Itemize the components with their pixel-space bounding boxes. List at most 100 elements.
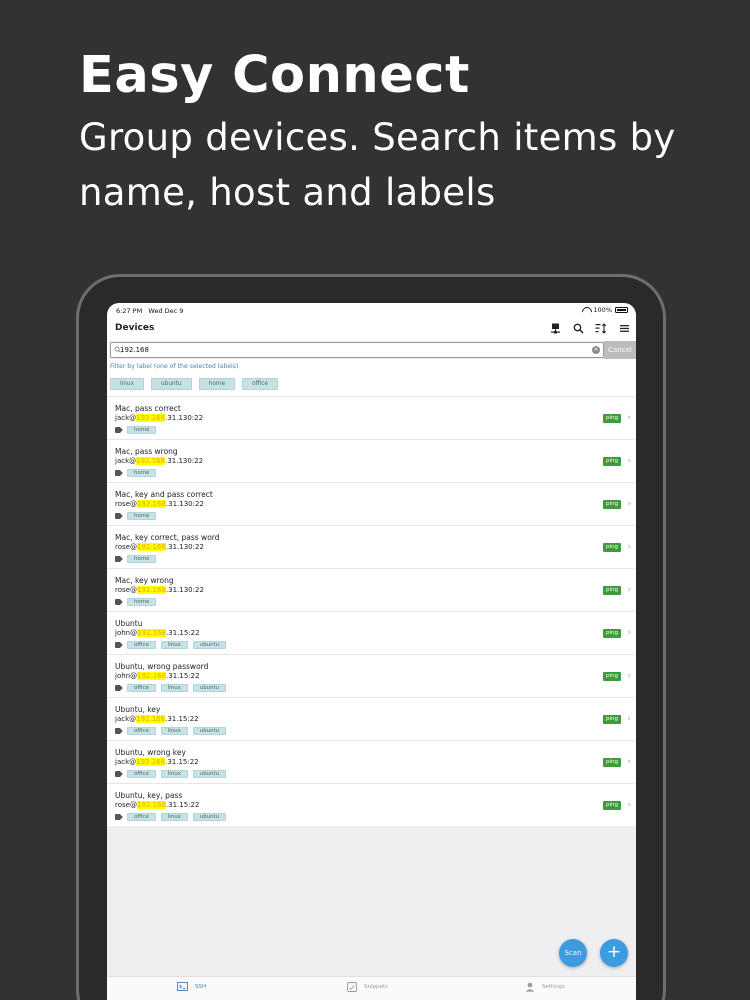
cancel-button[interactable]: Cancel (604, 341, 636, 359)
device-tags: office linux ubuntu (115, 770, 227, 778)
device-host: john@192.168.31.15:22 (115, 629, 200, 637)
chevron-right-icon: › (627, 456, 631, 466)
search-highlight: 192.168 (136, 586, 166, 594)
battery-percent: 100% (593, 306, 612, 314)
tab-ssh[interactable]: SSH (177, 982, 206, 991)
terminal-icon (177, 982, 188, 991)
tab-settings[interactable]: Settings (525, 982, 565, 992)
page-title: Devices (115, 323, 155, 333)
promo-title: Easy Connect (79, 46, 470, 105)
scan-button[interactable]: Scan (559, 939, 587, 967)
ping-button[interactable]: ping (603, 629, 621, 638)
tab-label: Snippets (364, 984, 388, 990)
ping-button[interactable]: ping (603, 758, 621, 767)
device-tag: ubuntu (192, 684, 227, 692)
device-tag: office (127, 770, 156, 778)
search-highlight: 192.168 (137, 629, 167, 637)
wifi-icon (582, 307, 590, 313)
ping-button[interactable]: ping (603, 672, 621, 681)
tag-icon (115, 685, 122, 691)
ping-button[interactable]: ping (603, 543, 621, 552)
tag-icon (115, 642, 122, 648)
filter-chip-ubuntu[interactable]: ubuntu (151, 378, 192, 390)
person-icon (525, 982, 535, 992)
search-highlight: 192.168 (136, 801, 166, 809)
device-host: jack@192.168.31.130:22 (115, 414, 204, 422)
app-screen: 6:27 PM Wed Dec 9 100% Devices 192.168 ×… (107, 303, 636, 1000)
add-device-button[interactable]: + (600, 939, 628, 967)
list-empty-area (107, 826, 636, 976)
ping-button[interactable]: ping (603, 414, 621, 423)
search-input[interactable] (120, 343, 590, 357)
ping-button[interactable]: ping (603, 457, 621, 466)
chevron-right-icon: › (627, 542, 631, 552)
filter-chips: linux ubuntu home office (110, 378, 278, 390)
device-row[interactable]: Mac, key wrong rose@192.168.31.130:22 ho… (107, 568, 636, 611)
device-row[interactable]: Mac, key correct, pass word rose@192.168… (107, 525, 636, 568)
status-right: 100% (582, 306, 628, 314)
device-name: Mac, key correct, pass word (115, 533, 220, 542)
device-row[interactable]: Ubuntu, key, pass rose@192.168.31.15:22 … (107, 783, 636, 826)
filter-chip-office[interactable]: office (242, 378, 278, 390)
device-row[interactable]: Mac, key and pass correct rose@192.168.3… (107, 482, 636, 525)
nav-bar: Devices (107, 317, 636, 341)
device-tag: linux (160, 641, 188, 649)
device-row[interactable]: Ubuntu, wrong key jack@192.168.31.15:22 … (107, 740, 636, 783)
device-row[interactable]: Ubuntu, wrong password john@192.168.31.1… (107, 654, 636, 697)
device-tags: home (115, 512, 157, 520)
snippets-icon (347, 982, 357, 992)
search-icon[interactable] (572, 322, 584, 334)
clear-search-icon[interactable]: × (592, 346, 600, 354)
tag-icon (115, 728, 122, 734)
device-tag: ubuntu (192, 813, 227, 821)
device-tag: office (127, 813, 156, 821)
device-name: Ubuntu, key (115, 705, 161, 714)
device-host: jack@192.168.31.130:22 (115, 457, 204, 465)
tab-snippets[interactable]: Snippets (347, 982, 388, 992)
tag-icon (115, 513, 122, 519)
status-time: 6:27 PM Wed Dec 9 (116, 307, 184, 315)
device-row[interactable]: Ubuntu john@192.168.31.15:22 office linux… (107, 611, 636, 654)
device-tag: office (127, 727, 156, 735)
device-name: Mac, pass correct (115, 404, 181, 413)
sort-icon[interactable] (595, 322, 607, 334)
network-icon[interactable] (549, 322, 561, 334)
device-name: Ubuntu (115, 619, 143, 628)
filter-chip-home[interactable]: home (198, 378, 236, 390)
device-host: jack@192.168.31.15:22 (115, 758, 199, 766)
device-host: rose@192.168.31.15:22 (115, 801, 200, 809)
filter-chip-linux[interactable]: linux (110, 378, 144, 390)
ping-button[interactable]: ping (603, 500, 621, 509)
chevron-right-icon: › (627, 585, 631, 595)
search-highlight: 192.168 (137, 672, 167, 680)
device-row[interactable]: Ubuntu, key jack@192.168.31.15:22 office… (107, 697, 636, 740)
device-name: Ubuntu, key, pass (115, 791, 183, 800)
search-field[interactable]: × (110, 342, 604, 358)
device-tags: office linux ubuntu (115, 727, 227, 735)
device-name: Mac, key and pass correct (115, 490, 213, 499)
search-bar: × Cancel (109, 341, 636, 359)
device-tag: office (127, 684, 156, 692)
device-tag: home (127, 598, 157, 606)
device-tags: home (115, 426, 157, 434)
device-name: Ubuntu, wrong key (115, 748, 186, 757)
search-highlight: 192.168 (136, 457, 166, 465)
search-highlight: 192.168 (136, 543, 166, 551)
device-name: Ubuntu, wrong password (115, 662, 209, 671)
menu-icon[interactable] (618, 322, 630, 334)
device-name: Mac, pass wrong (115, 447, 178, 456)
chevron-right-icon: › (627, 800, 631, 810)
tag-icon (115, 771, 122, 777)
ping-button[interactable]: ping (603, 715, 621, 724)
device-row[interactable]: Mac, pass correct jack@192.168.31.130:22… (107, 396, 636, 439)
tab-label: Settings (542, 984, 565, 990)
filter-label: Filter by label (one of the selected lab… (110, 363, 239, 370)
device-row[interactable]: Mac, pass wrong jack@192.168.31.130:22 h… (107, 439, 636, 482)
tag-icon (115, 470, 122, 476)
ping-button[interactable]: ping (603, 586, 621, 595)
tag-icon (115, 814, 122, 820)
ping-button[interactable]: ping (603, 801, 621, 810)
promo-subtitle: Group devices. Search items by name, hos… (79, 116, 676, 214)
search-highlight: 192.168 (136, 715, 166, 723)
device-tags: office linux ubuntu (115, 641, 227, 649)
